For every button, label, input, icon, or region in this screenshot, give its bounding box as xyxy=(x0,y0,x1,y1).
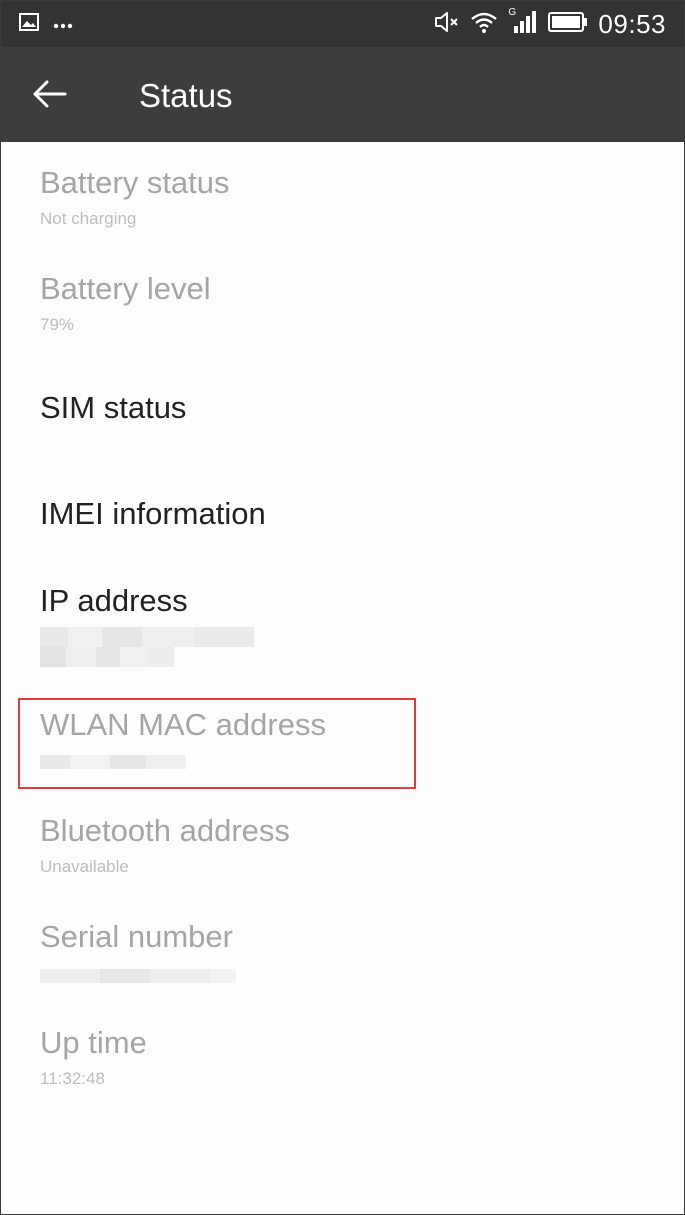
item-subtitle: 11:32:48 xyxy=(40,1069,105,1088)
list-item-ip-address[interactable]: IP address xyxy=(40,583,254,667)
obscured-value xyxy=(40,969,236,983)
more-notifications-icon xyxy=(53,16,73,34)
item-title: IMEI information xyxy=(40,496,266,531)
clock: 09:53 xyxy=(598,9,666,39)
gallery-notification-icon xyxy=(19,13,39,36)
item-title: IP address xyxy=(40,583,188,618)
item-subtitle: Not charging xyxy=(40,209,137,228)
list-item-sim-status[interactable]: SIM status xyxy=(40,390,186,426)
list-item-up-time: Up time 11:32:48 xyxy=(40,1025,147,1090)
item-title: Battery status xyxy=(40,165,230,200)
item-subtitle: Unavailable xyxy=(40,857,129,876)
arrow-left-icon[interactable] xyxy=(31,74,71,114)
page-title: Status xyxy=(139,77,233,114)
list-item-battery-level: Battery level 79% xyxy=(40,271,211,336)
list-item-imei-information[interactable]: IMEI information xyxy=(40,496,266,532)
item-title: Up time xyxy=(40,1025,147,1060)
system-status-bar: G 09:53 xyxy=(1,1,684,47)
list-item-battery-status: Battery status Not charging xyxy=(40,165,230,230)
item-subtitle: 79% xyxy=(40,315,75,334)
network-type-label: G xyxy=(508,7,517,18)
item-title: Serial number xyxy=(40,919,233,954)
list-item-serial-number: Serial number xyxy=(40,919,236,983)
item-title: SIM status xyxy=(40,390,187,425)
highlight-box xyxy=(18,698,416,789)
app-bar: Status xyxy=(1,47,684,142)
obscured-value xyxy=(40,627,254,667)
item-title: Battery level xyxy=(40,271,211,306)
item-title: Bluetooth address xyxy=(40,813,290,848)
wifi-icon xyxy=(470,10,498,39)
signal-icon: G xyxy=(508,7,538,40)
mute-icon xyxy=(434,10,460,39)
list-item-bluetooth-address: Bluetooth address Unavailable xyxy=(40,813,290,878)
battery-icon xyxy=(548,11,588,38)
